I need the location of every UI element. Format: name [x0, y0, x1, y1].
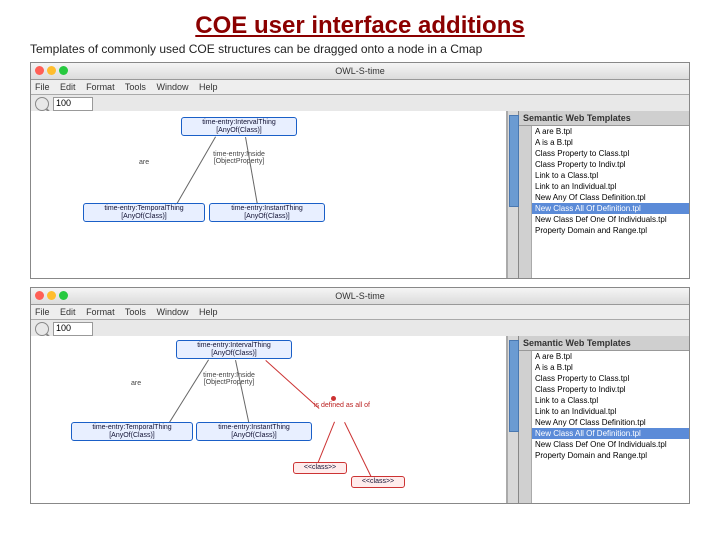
window-title: OWL-S-time	[335, 66, 385, 76]
menu-edit[interactable]: Edit	[60, 82, 76, 92]
templates-panel-title: Semantic Web Templates	[519, 111, 689, 126]
screenshot-before: OWL-S-time File Edit Format Tools Window…	[30, 62, 690, 279]
templates-panel-title: Semantic Web Templates	[519, 336, 689, 351]
template-item[interactable]: Property Domain and Range.tpl	[532, 225, 689, 236]
close-icon[interactable]	[35, 66, 44, 75]
template-item[interactable]: Class Property to Indiv.tpl	[532, 384, 689, 395]
cmap-canvas[interactable]: time-entry:IntervalThing [AnyOf(Class)] …	[31, 111, 507, 278]
template-item[interactable]: A is a B.tpl	[532, 362, 689, 373]
edge-label-prop: time-entry:Inside [ObjectProperty]	[199, 151, 279, 165]
template-item-selected[interactable]: New Class All Of Definition.tpl	[532, 428, 689, 439]
template-item[interactable]: Link to an Individual.tpl	[532, 406, 689, 417]
canvas-scrollbar[interactable]	[507, 111, 518, 278]
zoom-input[interactable]: 100	[53, 322, 93, 336]
menu-edit[interactable]: Edit	[60, 307, 76, 317]
panel-tool-icons[interactable]	[519, 126, 532, 278]
close-icon[interactable]	[35, 291, 44, 300]
node-instant[interactable]: time-entry:InstantThing [AnyOf(Class)]	[196, 422, 312, 441]
template-item[interactable]: A is a B.tpl	[532, 137, 689, 148]
templates-list[interactable]: A are B.tpl A is a B.tpl Class Property …	[532, 351, 689, 503]
traffic-lights	[35, 66, 68, 75]
traffic-lights	[35, 291, 68, 300]
zoom-input[interactable]: 100	[53, 97, 93, 111]
menu-tools[interactable]: Tools	[125, 307, 146, 317]
template-item[interactable]: Link to a Class.tpl	[532, 395, 689, 406]
magnifier-icon[interactable]	[35, 97, 49, 111]
window-titlebar: OWL-S-time	[31, 288, 689, 305]
template-item[interactable]: A are B.tpl	[532, 126, 689, 137]
canvas-scrollbar[interactable]	[507, 336, 518, 503]
template-item-selected[interactable]: New Class All Of Definition.tpl	[532, 203, 689, 214]
menubar: File Edit Format Tools Window Help	[31, 305, 689, 320]
node-class-placeholder[interactable]: <<class>>	[351, 476, 405, 488]
template-item[interactable]: New Class Def One Of Individuals.tpl	[532, 214, 689, 225]
node-class-placeholder[interactable]: <<class>>	[293, 462, 347, 474]
edge-label-prop: time-entry:Inside [ObjectProperty]	[189, 372, 269, 386]
slide-title: COE user interface additions	[0, 12, 720, 40]
template-item[interactable]: New Any Of Class Definition.tpl	[532, 192, 689, 203]
template-item[interactable]: Property Domain and Range.tpl	[532, 450, 689, 461]
menu-file[interactable]: File	[35, 307, 50, 317]
window-title: OWL-S-time	[335, 291, 385, 301]
templates-panel: Semantic Web Templates A are B.tpl A is …	[518, 336, 689, 503]
menu-window[interactable]: Window	[156, 82, 188, 92]
node-temporal[interactable]: time-entry:TemporalThing [AnyOf(Class)]	[71, 422, 193, 441]
menu-tools[interactable]: Tools	[125, 82, 146, 92]
menu-file[interactable]: File	[35, 82, 50, 92]
templates-panel: Semantic Web Templates A are B.tpl A is …	[518, 111, 689, 278]
node-temporal[interactable]: time-entry:TemporalThing [AnyOf(Class)]	[83, 203, 205, 222]
magnifier-icon[interactable]	[35, 322, 49, 336]
screenshot-after: OWL-S-time File Edit Format Tools Window…	[30, 287, 690, 504]
minimize-icon[interactable]	[47, 291, 56, 300]
edge-label-are: are	[131, 380, 141, 387]
template-item[interactable]: Class Property to Class.tpl	[532, 148, 689, 159]
template-item[interactable]: A are B.tpl	[532, 351, 689, 362]
edge-label-defined: is defined as all of	[307, 402, 377, 409]
template-item[interactable]: Class Property to Class.tpl	[532, 373, 689, 384]
menu-window[interactable]: Window	[156, 307, 188, 317]
template-item[interactable]: New Any Of Class Definition.tpl	[532, 417, 689, 428]
menubar: File Edit Format Tools Window Help	[31, 80, 689, 95]
cmap-canvas[interactable]: time-entry:IntervalThing [AnyOf(Class)] …	[31, 336, 507, 503]
template-item[interactable]: Link to an Individual.tpl	[532, 181, 689, 192]
menu-help[interactable]: Help	[199, 307, 218, 317]
zoom-window-icon[interactable]	[59, 291, 68, 300]
edge-label-are: are	[139, 159, 149, 166]
panel-tool-icons[interactable]	[519, 351, 532, 503]
node-root[interactable]: time-entry:IntervalThing [AnyOf(Class)]	[176, 340, 292, 359]
slide-subtitle: Templates of commonly used COE structure…	[30, 42, 720, 56]
zoom-window-icon[interactable]	[59, 66, 68, 75]
template-item[interactable]: Link to a Class.tpl	[532, 170, 689, 181]
menu-format[interactable]: Format	[86, 82, 115, 92]
template-item[interactable]: Class Property to Indiv.tpl	[532, 159, 689, 170]
template-item[interactable]: New Class Def One Of Individuals.tpl	[532, 439, 689, 450]
templates-list[interactable]: A are B.tpl A is a B.tpl Class Property …	[532, 126, 689, 278]
drop-anchor-icon	[331, 396, 336, 401]
menu-format[interactable]: Format	[86, 307, 115, 317]
node-root[interactable]: time-entry:IntervalThing [AnyOf(Class)]	[181, 117, 297, 136]
node-instant[interactable]: time-entry:InstantThing [AnyOf(Class)]	[209, 203, 325, 222]
minimize-icon[interactable]	[47, 66, 56, 75]
window-titlebar: OWL-S-time	[31, 63, 689, 80]
menu-help[interactable]: Help	[199, 82, 218, 92]
